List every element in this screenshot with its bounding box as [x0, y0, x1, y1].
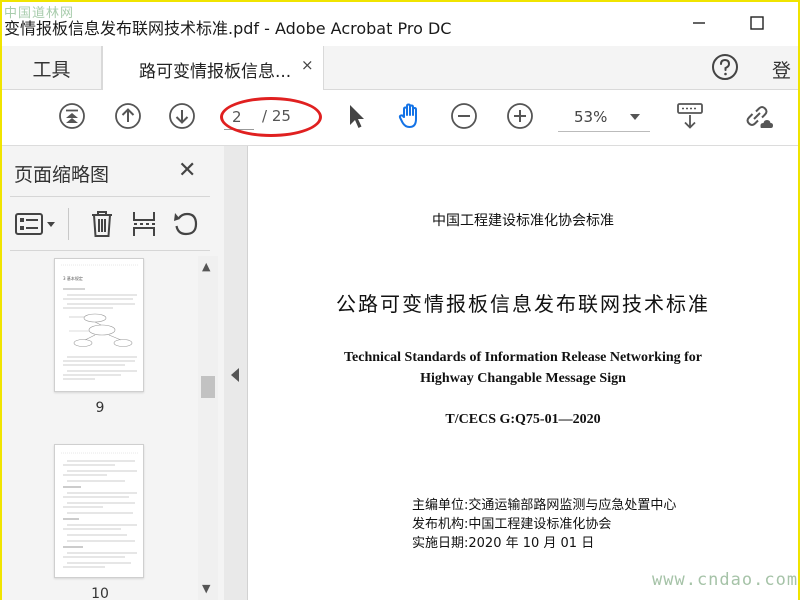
doc-organization: 中国工程建设标准化协会标准 [432, 213, 614, 229]
title-bar: 中国道林网 变情报板信息发布联网技术标准.pdf - Adobe Acrobat… [2, 2, 798, 46]
select-tool-button[interactable] [340, 100, 372, 132]
arrow-down-icon [169, 103, 195, 129]
sign-in-link[interactable]: 登 [772, 56, 791, 83]
page-9-label: 9 [95, 400, 105, 416]
doc-title-en-line1: Technical Standards of Information Relea… [343, 350, 703, 365]
page-thumbnail-10[interactable] [54, 444, 144, 578]
minimize-button[interactable] [684, 10, 714, 36]
main-toolbar: / 25 53% [2, 90, 798, 146]
tab-document[interactable]: 路可变情报板信息... × [102, 46, 324, 91]
panel-collapse-strip[interactable] [224, 146, 248, 600]
next-page-button[interactable] [166, 100, 198, 132]
tab-bar: 工具 路可变情报板信息... × 登 [2, 46, 798, 91]
first-page-icon [59, 103, 85, 129]
rotate-page-button[interactable] [170, 208, 202, 240]
thumbnails-panel: 页面缩略图 ✕ 3 基本规定 9 10 [2, 146, 224, 600]
insert-page-button[interactable] [128, 208, 160, 240]
panel-toolbar [2, 204, 224, 250]
trash-icon [92, 211, 112, 237]
doc-effective-date: 实施日期:2020 年 10 月 01 日 [412, 536, 595, 551]
doc-title: 公路可变情报板信息发布联网技术标准 [336, 292, 710, 316]
doc-title-en-line2: Highway Changable Message Sign [420, 371, 626, 386]
delete-page-button[interactable] [86, 208, 118, 240]
panel-divider [10, 196, 210, 197]
thumbnail-options-button[interactable] [14, 208, 58, 240]
zoom-in-button[interactable] [504, 100, 536, 132]
doc-standard-code: T/CECS G:Q75-01—2020 [445, 412, 601, 427]
hand-tool-button[interactable] [394, 100, 426, 132]
document-page: 中国工程建设标准化协会标准 公路可变情报板信息发布联网技术标准 Technica… [248, 146, 798, 600]
tab-close-icon[interactable]: × [301, 56, 314, 74]
panel-title: 页面缩略图 [14, 164, 110, 186]
window-title: 变情报板信息发布联网技术标准.pdf - Adobe Acrobat Pro D… [4, 19, 452, 38]
doc-publisher: 发布机构:中国工程建设标准化协会 [412, 517, 612, 532]
hand-icon [398, 103, 417, 128]
page-9-preview: 3 基本规定 [61, 264, 139, 380]
panel-close-icon[interactable]: ✕ [178, 158, 196, 183]
scrollbar-thumb[interactable] [201, 376, 215, 398]
tab-tools[interactable]: 工具 [2, 46, 102, 90]
scroll-mode-icon [677, 103, 703, 129]
panel-toolbar-divider [68, 208, 69, 240]
page-9-heading: 3 基本规定 [63, 275, 83, 281]
panel-divider-2 [10, 250, 210, 251]
doc-editor-unit: 主编单位:交通运输部路网监测与应急处置中心 [412, 498, 677, 513]
maximize-icon [750, 16, 764, 30]
rotate-icon [174, 212, 198, 236]
cursor-arrow-icon [350, 105, 364, 128]
scroll-up-icon[interactable]: ▲ [202, 260, 210, 273]
thumbnail-scrollbar[interactable]: ▲ ▼ [198, 256, 218, 600]
collapse-left-icon[interactable] [231, 368, 239, 382]
zoom-select[interactable]: 53% [558, 104, 650, 132]
minus-circle-icon [451, 103, 477, 129]
page-10-preview [61, 452, 139, 568]
scroll-down-icon[interactable]: ▼ [202, 582, 210, 595]
plus-circle-icon [507, 103, 533, 129]
link-cloud-icon [746, 106, 773, 128]
zoom-value: 53% [574, 108, 608, 126]
scrolling-mode-button[interactable] [674, 100, 706, 132]
previous-page-button[interactable] [112, 100, 144, 132]
thumbnail-list: 3 基本规定 9 10 [2, 254, 198, 600]
first-page-button[interactable] [56, 100, 88, 132]
arrow-up-icon [115, 103, 141, 129]
minimize-icon [693, 22, 705, 24]
help-icon[interactable] [710, 52, 740, 82]
zoom-out-button[interactable] [448, 100, 480, 132]
watermark-bottom: www.cndao.com [652, 570, 799, 590]
list-menu-icon [15, 213, 55, 235]
chevron-down-icon [630, 114, 640, 120]
page-thumbnail-9[interactable]: 3 基本规定 [54, 258, 144, 392]
page-10-label: 10 [91, 586, 109, 600]
tab-document-label: 路可变情报板信息... [139, 62, 292, 82]
page-insert-icon [133, 212, 155, 236]
red-highlight-ellipse [220, 97, 322, 137]
maximize-button[interactable] [742, 10, 772, 36]
share-link-button[interactable] [742, 100, 774, 132]
